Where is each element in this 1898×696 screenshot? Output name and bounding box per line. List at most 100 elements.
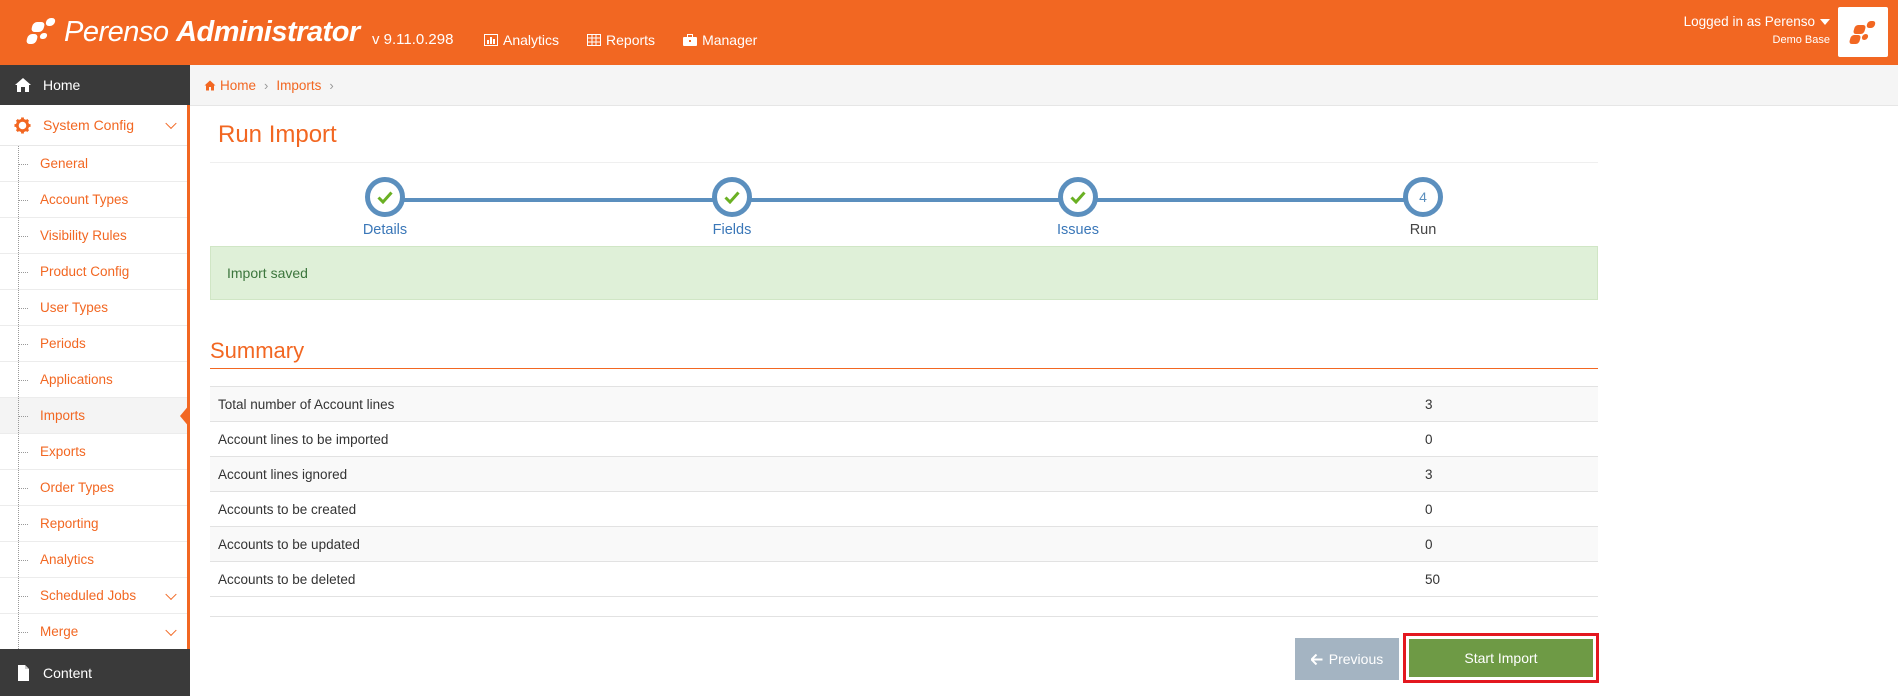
alert-text: Import saved — [227, 265, 308, 281]
divider — [210, 616, 1598, 617]
sidebar-item-label: Merge — [40, 624, 79, 639]
home-icon — [204, 80, 216, 90]
sidebar-item-label: Imports — [40, 408, 86, 423]
check-icon — [724, 191, 740, 204]
gear-icon — [14, 116, 31, 134]
brand[interactable]: Perenso Administrator — [24, 10, 360, 54]
nav-analytics[interactable]: Analytics — [484, 32, 559, 48]
row-value: 3 — [1425, 396, 1433, 412]
sidebar-item-label: Exports — [40, 444, 86, 459]
table-row: Account lines ignored 3 — [210, 457, 1598, 492]
sidebar-item-content-label: Content — [43, 664, 93, 681]
sidebar-item-scheduled-jobs[interactable]: Scheduled Jobs — [0, 578, 187, 614]
step-run[interactable]: 4 Run — [1363, 177, 1483, 238]
sidebar-item-home-label: Home — [43, 77, 81, 93]
previous-button-label: Previous — [1328, 651, 1384, 667]
active-indicator — [180, 403, 190, 428]
nav-analytics-label: Analytics — [503, 32, 560, 48]
table-row: Accounts to be created 0 — [210, 492, 1598, 527]
sidebar-item-merge[interactable]: Merge — [0, 614, 187, 650]
sidebar-item-visibility-rules[interactable]: Visibility Rules — [0, 218, 187, 254]
sidebar-item-label: Visibility Rules — [40, 228, 127, 243]
step-fields[interactable]: Fields — [672, 177, 792, 238]
step-number: 4 — [1419, 189, 1427, 205]
start-import-button[interactable]: Start Import — [1403, 633, 1599, 683]
sidebar-item-general[interactable]: General — [0, 146, 187, 182]
sidebar-item-analytics[interactable]: Analytics — [0, 542, 187, 578]
import-stepper: Details Fields Issues 4 Run — [210, 177, 1598, 247]
nav-manager-label: Manager — [702, 32, 758, 48]
sidebar: Home System Config General Account Types… — [0, 65, 190, 696]
table-icon — [587, 34, 602, 46]
row-label: Account lines ignored — [218, 466, 348, 482]
step-label: Run — [1409, 222, 1437, 238]
sidebar-item-system-config[interactable]: System Config — [0, 105, 187, 146]
row-label: Accounts to be updated — [218, 536, 360, 552]
nav-manager[interactable]: Manager — [683, 32, 757, 48]
sidebar-item-label: Analytics — [40, 552, 95, 567]
row-label: Accounts to be created — [218, 501, 357, 517]
sidebar-item-account-types[interactable]: Account Types — [0, 182, 187, 218]
success-alert: Import saved — [210, 246, 1598, 300]
sidebar-item-user-types[interactable]: User Types — [0, 290, 187, 326]
chevron-right-icon: › — [329, 77, 334, 93]
sidebar-item-home[interactable]: Home — [0, 65, 190, 105]
start-import-button-label: Start Import — [1464, 650, 1538, 666]
chart-icon — [484, 34, 498, 46]
stepper-track — [383, 198, 1424, 202]
row-label: Accounts to be deleted — [218, 571, 356, 587]
sidebar-item-periods[interactable]: Periods — [0, 326, 187, 362]
arrow-left-icon — [1310, 653, 1323, 665]
user-label: Logged in as Perenso — [1683, 14, 1815, 29]
page-title: Run Import — [218, 121, 337, 148]
sidebar-item-exports[interactable]: Exports — [0, 434, 187, 470]
sidebar-item-label: Product Config — [40, 264, 130, 279]
table-row: Accounts to be deleted 50 — [210, 562, 1598, 597]
document-icon — [18, 664, 29, 681]
breadcrumb-imports[interactable]: Imports — [276, 78, 321, 93]
check-icon — [377, 191, 393, 204]
version-label: v 9.11.0.298 — [372, 31, 454, 48]
app-title: Perenso Administrator — [64, 15, 360, 48]
sidebar-item-content[interactable]: Content — [0, 649, 190, 696]
sidebar-section-system-config: System Config General Account Types Visi… — [0, 105, 190, 650]
row-value: 0 — [1425, 536, 1433, 552]
home-icon — [15, 78, 31, 92]
summary-heading: Summary — [210, 338, 305, 363]
sidebar-item-label: Account Types — [40, 192, 129, 207]
breadcrumb: Home › Imports › — [190, 65, 1898, 106]
row-label: Account lines to be imported — [218, 431, 389, 447]
top-nav: Analytics Reports Manager — [484, 32, 757, 48]
briefcase-icon — [683, 34, 698, 46]
check-icon — [1070, 191, 1086, 204]
caret-down-icon — [1820, 18, 1830, 25]
sidebar-item-system-config-label: System Config — [43, 117, 135, 133]
sidebar-item-reporting[interactable]: Reporting — [0, 506, 187, 542]
chevron-down-icon — [165, 624, 177, 636]
step-label: Details — [362, 222, 408, 238]
breadcrumb-home-label: Home — [220, 77, 257, 93]
chevron-right-icon: › — [264, 77, 269, 93]
sidebar-item-product-config[interactable]: Product Config — [0, 254, 187, 290]
nav-reports-label: Reports — [606, 32, 656, 48]
step-details[interactable]: Details — [325, 177, 445, 238]
sidebar-item-applications[interactable]: Applications — [0, 362, 187, 398]
divider — [210, 368, 1598, 369]
sidebar-item-label: User Types — [40, 300, 109, 315]
main-content: Home › Imports › Run Import Details Fiel… — [190, 65, 1898, 696]
sidebar-item-order-types[interactable]: Order Types — [0, 470, 187, 506]
previous-button[interactable]: Previous — [1295, 638, 1399, 680]
breadcrumb-imports-label: Imports — [276, 77, 322, 93]
avatar[interactable] — [1838, 7, 1888, 57]
breadcrumb-home[interactable]: Home — [204, 78, 256, 93]
start-import-button-fill[interactable]: Start Import — [1409, 639, 1593, 677]
user-menu[interactable]: Logged in as Perenso Demo Base — [1684, 14, 1830, 46]
divider — [210, 162, 1598, 163]
nav-reports[interactable]: Reports — [587, 32, 655, 48]
row-value: 3 — [1425, 466, 1433, 482]
sidebar-item-imports[interactable]: Imports — [0, 398, 190, 434]
step-label: Issues — [1057, 222, 1099, 238]
step-issues[interactable]: Issues — [1018, 177, 1138, 238]
table-row: Total number of Account lines 3 — [210, 387, 1598, 422]
database-label: Demo Base — [1772, 34, 1830, 46]
